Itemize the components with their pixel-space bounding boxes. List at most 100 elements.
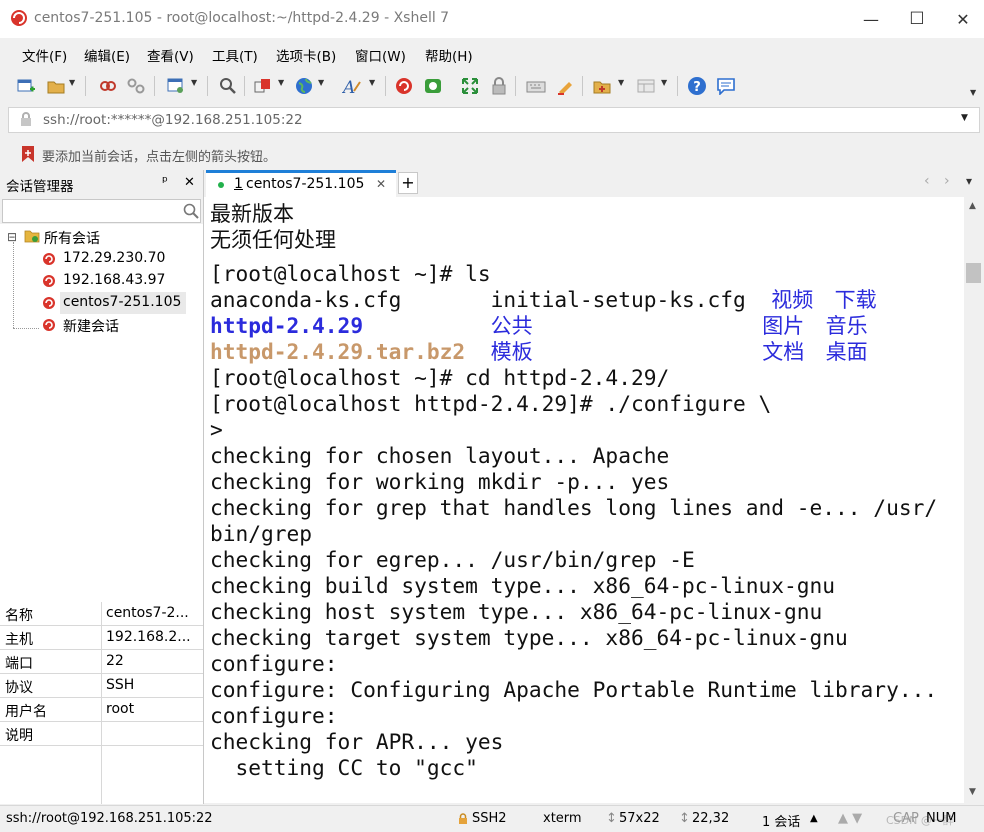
close-button[interactable]: ✕ — [940, 0, 984, 38]
terminal[interactable]: 最新版本 无须任何处理 [root@localhost ~]# ls anaconda… — [204, 197, 964, 803]
session-search-input[interactable] — [2, 199, 201, 223]
scrollbar-thumb[interactable] — [966, 263, 981, 283]
toolbar-separator — [385, 76, 386, 96]
add-session-arrow-icon[interactable] — [20, 145, 36, 163]
globe-icon[interactable] — [294, 76, 314, 96]
menu-tabs[interactable]: 选项卡(B) — [276, 45, 336, 65]
property-key: 名称 — [5, 608, 33, 624]
tree-item-label: centos7-251.105 — [63, 294, 182, 310]
globe-dropdown-icon[interactable]: ▼ — [318, 78, 324, 87]
terminal-line: httpd-2.4.29.tar.bz2 模板 文档 桌面 — [210, 339, 868, 365]
toolbar-separator — [154, 76, 155, 96]
terminal-scrollbar[interactable]: ▲ ▼ — [964, 197, 984, 803]
status-lock-icon — [459, 813, 467, 824]
status-arrows-icon: ▲ ▼ — [838, 811, 863, 826]
property-row: 协议 SSH — [0, 674, 203, 698]
property-row: 主机 192.168.2... — [0, 626, 203, 650]
tree-item-new-session[interactable]: 新建会话 — [0, 314, 203, 336]
xftp-icon[interactable] — [423, 76, 443, 96]
menu-help[interactable]: 帮助(H) — [425, 45, 473, 65]
new-tab-button[interactable]: + — [398, 172, 418, 194]
terminal-line: checking for chosen layout... Apache — [210, 443, 669, 469]
help-icon[interactable]: ? — [687, 76, 707, 96]
terminal-text-segment: checking for working mkdir -p... yes — [210, 469, 670, 494]
status-protocol: SSH2 — [472, 811, 507, 826]
pin-icon[interactable]: ᵖ — [162, 174, 168, 190]
sessions-up-icon[interactable]: ▲ — [810, 813, 818, 824]
tree-root-all-sessions[interactable]: 所有会话 — [44, 228, 100, 248]
property-key: 用户名 — [5, 704, 47, 720]
address-dropdown-icon[interactable]: ▼ — [961, 113, 968, 123]
font-dropdown-icon[interactable]: ▼ — [369, 78, 375, 87]
status-sessions[interactable]: 1 会话 — [762, 811, 800, 830]
add-folder-dropdown-icon[interactable]: ▼ — [618, 78, 624, 87]
session-manager-close-icon[interactable]: ✕ — [184, 175, 195, 190]
window-title: centos7-251.105 - root@localhost:~/httpd… — [34, 10, 450, 26]
search-icon[interactable] — [183, 203, 199, 219]
new-session-icon[interactable] — [16, 76, 36, 96]
tree-item-session[interactable]: 172.29.230.70 — [0, 248, 203, 270]
toolbar-separator — [244, 76, 245, 96]
terminal-line: checking for working mkdir -p... yes — [210, 469, 669, 495]
open-folder-icon[interactable] — [46, 76, 66, 96]
tab-session-active[interactable]: 1 centos7-251.105 ✕ — [206, 170, 396, 197]
layout-icon[interactable] — [636, 76, 656, 96]
disconnect-icon[interactable] — [126, 76, 146, 96]
terminal-text-segment: configure: Configuring Apache Portable R… — [210, 677, 938, 702]
font-icon[interactable]: A — [342, 76, 362, 96]
minimize-button[interactable]: — — [848, 0, 894, 38]
xshell-icon[interactable] — [394, 76, 414, 96]
terminal-text-segment: httpd-2.4.29.tar.bz2 — [210, 339, 466, 364]
keyboard-icon[interactable] — [526, 76, 546, 96]
terminal-line: [root@localhost ~]# ls — [210, 261, 491, 287]
connected-status-icon — [218, 182, 224, 188]
scroll-down-icon[interactable]: ▼ — [969, 787, 976, 797]
maximize-button[interactable]: ☐ — [894, 0, 940, 38]
address-bar[interactable]: ssh://root:******@192.168.251.105:22 ▼ — [8, 107, 980, 133]
chat-icon[interactable] — [716, 76, 736, 96]
menu-edit[interactable]: 编辑(E) — [84, 45, 130, 65]
terminal-text-segment: [root@localhost httpd-2.4.29]# ./configu… — [210, 391, 772, 416]
tab-menu-icon[interactable]: ▾ — [966, 174, 972, 188]
xshell-logo-icon — [11, 10, 27, 26]
terminal-text-segment: httpd-2.4.29 — [210, 313, 364, 338]
address-input[interactable]: ssh://root:******@192.168.251.105:22 — [43, 112, 303, 128]
properties-dropdown-icon[interactable]: ▼ — [191, 78, 197, 87]
terminal-text-segment: configure: — [210, 703, 338, 728]
menu-file[interactable]: 文件(F) — [22, 45, 67, 65]
toolbar: ▼ ▼ ▼ ▼ A ▼ ▼ ▼ ? ▼ — [0, 68, 984, 104]
property-key: 说明 — [5, 728, 33, 744]
tab-next-icon[interactable]: › — [944, 173, 950, 189]
scroll-up-icon[interactable]: ▲ — [969, 201, 976, 211]
menu-tools[interactable]: 工具(T) — [212, 45, 258, 65]
property-value: 192.168.2... — [106, 629, 191, 645]
fullscreen-icon[interactable] — [460, 76, 480, 96]
toolbar-overflow-icon[interactable]: ▼ — [970, 88, 976, 97]
tree-item-session-selected[interactable]: centos7-251.105 — [0, 292, 203, 314]
transfer-dropdown-icon[interactable]: ▼ — [278, 78, 284, 87]
highlight-icon[interactable] — [555, 76, 575, 96]
properties-icon[interactable] — [166, 76, 186, 96]
lock-icon[interactable] — [489, 76, 509, 96]
tab-prev-icon[interactable]: ‹ — [924, 173, 930, 189]
status-size: 57x22 — [619, 811, 660, 826]
toolbar-separator — [677, 76, 678, 96]
transfer-icon[interactable] — [253, 76, 273, 96]
menu-window[interactable]: 窗口(W) — [355, 45, 406, 65]
add-folder-icon[interactable] — [592, 76, 612, 96]
property-row: 名称 centos7-2... — [0, 602, 203, 626]
open-folder-dropdown-icon[interactable]: ▼ — [69, 78, 75, 87]
property-key: 端口 — [5, 656, 33, 672]
find-icon[interactable] — [218, 76, 238, 96]
layout-dropdown-icon[interactable]: ▼ — [661, 78, 667, 87]
tab-close-icon[interactable]: ✕ — [376, 177, 386, 191]
toolbar-separator — [582, 76, 583, 96]
svg-text:A: A — [342, 78, 355, 95]
property-value: centos7-2... — [106, 605, 189, 621]
menu-view[interactable]: 查看(V) — [147, 45, 194, 65]
connect-icon[interactable] — [98, 76, 118, 96]
session-icon — [43, 319, 55, 331]
hint-bar: 要添加当前会话，点击左侧的箭头按钮。 — [0, 140, 984, 168]
tree-item-session[interactable]: 192.168.43.97 — [0, 270, 203, 292]
